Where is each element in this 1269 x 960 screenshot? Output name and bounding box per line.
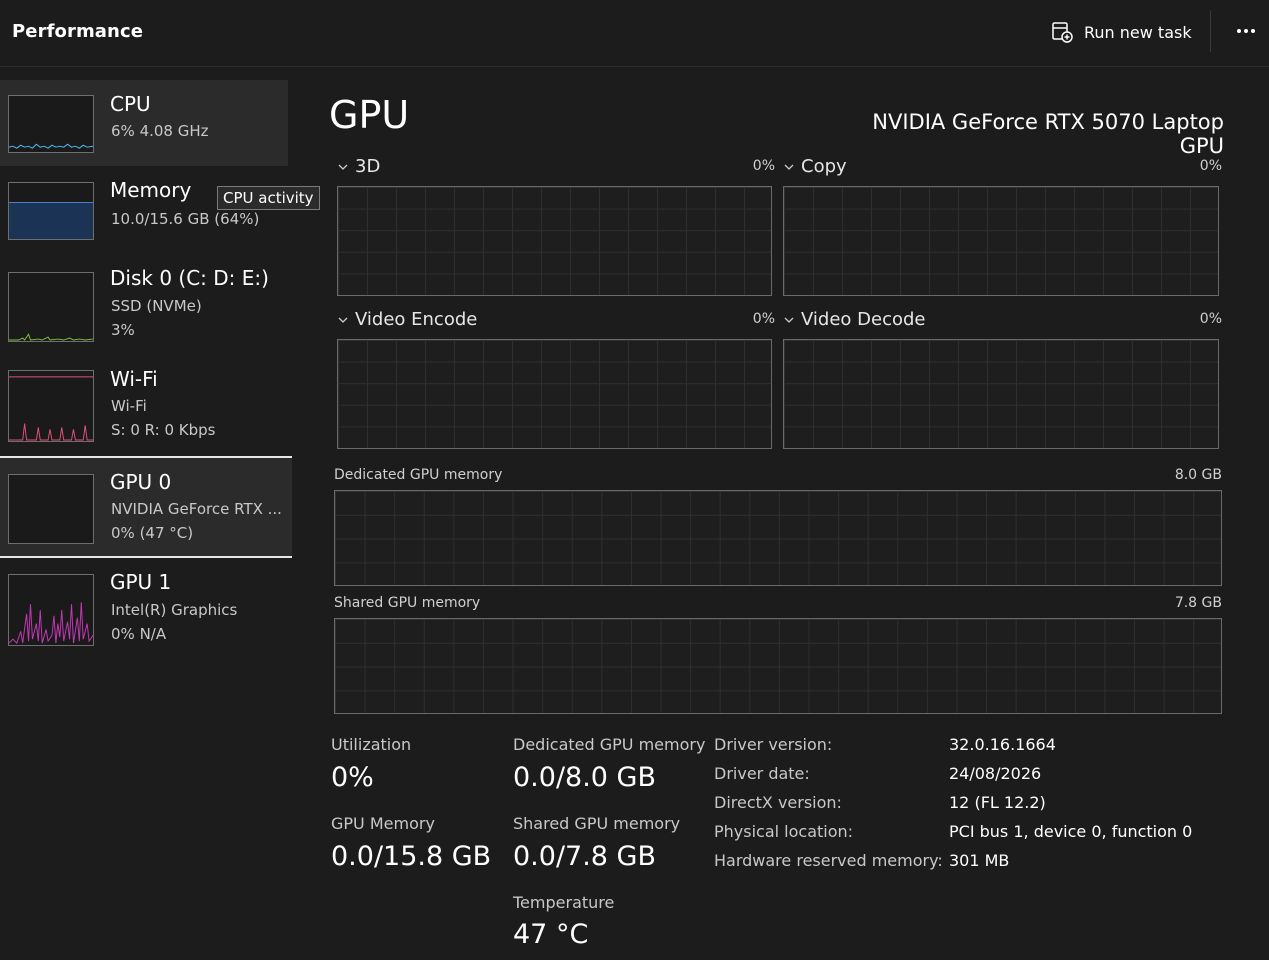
driver-date-value: 24/08/2026: [949, 764, 1042, 783]
physical-location-value: PCI bus 1, device 0, function 0: [949, 822, 1193, 841]
sidebar-item-title: Disk 0 (C: D: E:): [110, 266, 269, 290]
gpu-model-name: NVIDIA GeForce RTX 5070 Laptop GPU: [872, 110, 1224, 158]
engine-selector-video-decode[interactable]: Video Decode: [783, 309, 926, 330]
sidebar-item-detail: 10.0/15.6 GB (64%): [111, 210, 260, 228]
engine-selector-copy[interactable]: Copy: [783, 156, 847, 177]
sidebar-item-title: Wi-Fi: [110, 367, 158, 391]
tooltip: CPU activity: [217, 186, 320, 210]
header-divider: [1210, 10, 1211, 52]
run-new-task-label: Run new task: [1084, 22, 1192, 42]
engine-graph-copy: [783, 186, 1219, 296]
sidebar-item-disk[interactable]: Disk 0 (C: D: E:) SSD (NVMe) 3%: [0, 256, 288, 356]
sidebar-item-gpu-0[interactable]: GPU 0 NVIDIA GeForce RTX ... 0% (47 °C): [0, 456, 292, 558]
engine-name: 3D: [355, 156, 381, 177]
engine-name: Copy: [801, 156, 847, 177]
sidebar-item-title: GPU 0: [110, 470, 172, 494]
engine-selector-video-encode[interactable]: Video Encode: [337, 309, 477, 330]
engine-selector-3d[interactable]: 3D: [337, 156, 380, 177]
run-task-icon: [1052, 22, 1073, 43]
shared-memory-max: 7.8 GB: [1174, 595, 1222, 611]
physical-location-label: Physical location:: [714, 822, 854, 841]
driver-version-label: Driver version:: [714, 735, 833, 754]
sidebar-item-usage: 0% N/A: [111, 625, 167, 643]
shared-memory-stat-value: 0.0/7.8 GB: [513, 841, 657, 872]
utilization-label: Utilization: [331, 735, 412, 754]
shared-memory-stat-label: Shared GPU memory: [513, 814, 681, 833]
temperature-value: 47 °C: [513, 919, 589, 950]
sidebar-item-gpu-1[interactable]: GPU 1 Intel(R) Graphics 0% N/A: [0, 560, 288, 654]
run-new-task-button[interactable]: Run new task: [1050, 17, 1192, 47]
sidebar-item-speed: S: 0 R: 0 Kbps: [111, 421, 216, 439]
gpu0-thumbnail-graph: [8, 474, 94, 544]
driver-date-label: Driver date:: [714, 764, 810, 783]
wifi-thumbnail-graph: [8, 370, 94, 442]
section-heading: GPU: [329, 93, 410, 137]
chevron-down-icon: [784, 164, 794, 170]
driver-version-value: 32.0.16.1664: [949, 735, 1056, 754]
disk-thumbnail-graph: [8, 272, 94, 342]
utilization-value: 0%: [331, 762, 374, 793]
engine-name: Video Encode: [355, 309, 478, 330]
memory-thumbnail-graph: [8, 182, 94, 240]
dedicated-memory-max: 8.0 GB: [1174, 467, 1222, 483]
engine-graph-video-decode: [783, 339, 1219, 449]
directx-version-label: DirectX version:: [714, 793, 842, 812]
sidebar-item-cpu[interactable]: CPU 6% 4.08 GHz: [0, 80, 288, 166]
page-title: Performance: [12, 21, 144, 42]
engine-name: Video Decode: [801, 309, 926, 330]
chevron-down-icon: [784, 317, 794, 323]
sidebar-item-detail: Wi-Fi: [111, 397, 147, 415]
directx-version-value: 12 (FL 12.2): [949, 793, 1046, 812]
cpu-thumbnail-graph: [8, 95, 94, 153]
dedicated-memory-stat-label: Dedicated GPU memory: [513, 735, 706, 754]
sidebar-item-usage: 0% (47 °C): [111, 524, 194, 542]
dedicated-memory-stat-value: 0.0/8.0 GB: [513, 762, 657, 793]
sidebar-item-usage: 3%: [111, 321, 135, 339]
engine-percent: 0%: [1199, 158, 1222, 174]
sidebar-item-detail: SSD (NVMe): [111, 297, 202, 315]
dedicated-memory-label: Dedicated GPU memory: [334, 467, 503, 483]
sidebar-item-title: GPU 1: [110, 570, 172, 594]
sidebar-item-detail: Intel(R) Graphics: [111, 601, 238, 619]
sidebar-item-wifi[interactable]: Wi-Fi Wi-Fi S: 0 R: 0 Kbps: [0, 360, 288, 454]
more-options-icon[interactable]: [1233, 20, 1259, 42]
sidebar-item-title: CPU: [110, 92, 151, 116]
engine-graph-3d: [337, 186, 772, 296]
chevron-down-icon: [338, 164, 348, 170]
gpu-memory-value: 0.0/15.8 GB: [331, 841, 492, 872]
engine-percent: 0%: [752, 158, 775, 174]
sidebar-item-title: Memory: [110, 178, 192, 202]
gpu1-thumbnail-graph: [8, 574, 94, 646]
gpu-memory-label: GPU Memory: [331, 814, 435, 833]
reserved-memory-label: Hardware reserved memory:: [714, 851, 943, 870]
reserved-memory-value: 301 MB: [949, 851, 1010, 870]
sidebar-item-detail: NVIDIA GeForce RTX ...: [111, 500, 282, 518]
engine-percent: 0%: [752, 311, 775, 327]
sidebar-item-detail: 6% 4.08 GHz: [111, 122, 209, 140]
sidebar-item-memory[interactable]: Memory 10.0/15.6 GB (64%): [0, 168, 288, 254]
temperature-label: Temperature: [513, 893, 615, 912]
engine-percent: 0%: [1199, 311, 1222, 327]
dedicated-memory-graph: [334, 490, 1222, 586]
shared-memory-graph: [334, 618, 1222, 714]
shared-memory-label: Shared GPU memory: [334, 595, 481, 611]
engine-graph-video-encode: [337, 339, 772, 449]
chevron-down-icon: [338, 317, 348, 323]
